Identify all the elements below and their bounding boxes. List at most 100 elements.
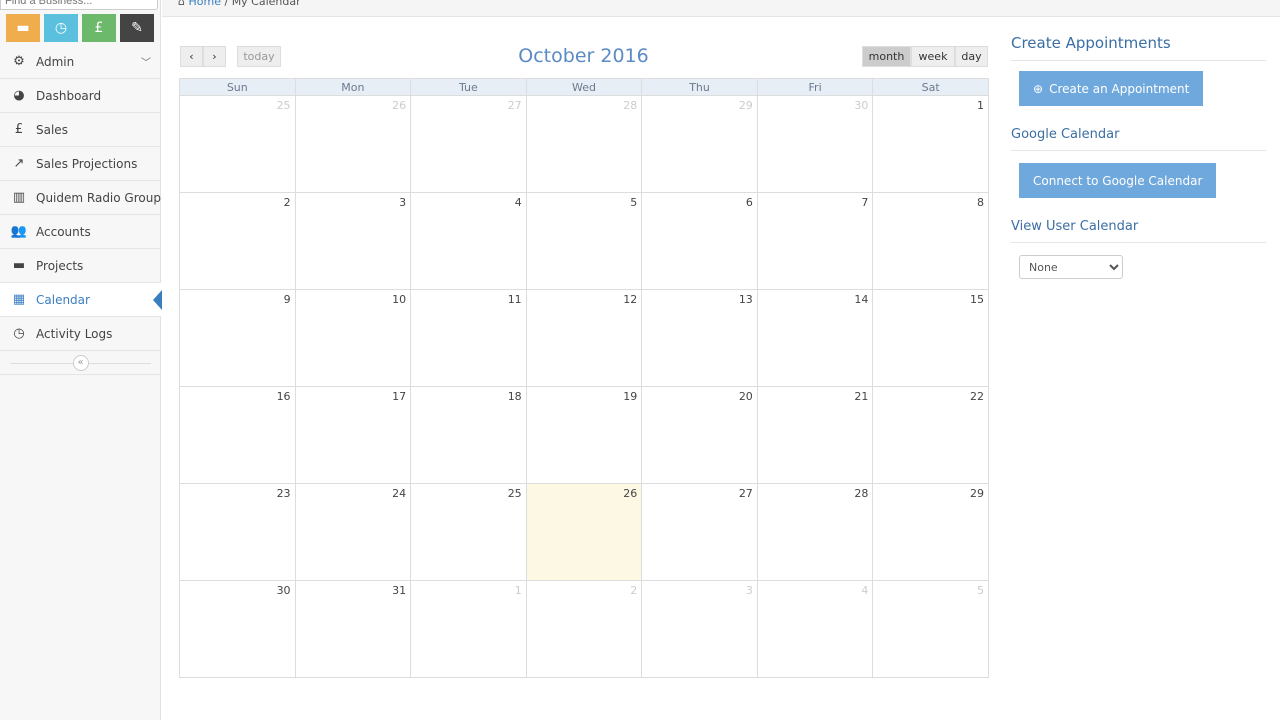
day-number: 7 [861, 196, 869, 209]
pound-icon: £ [14, 122, 24, 137]
home-icon: ⌂ [178, 0, 185, 8]
day-cell[interactable]: 3 [294, 192, 412, 290]
day-cell[interactable]: 16 [179, 386, 296, 484]
sidebar-nav: ⚙ Admin ﹀ ◕ Dashboard £ Sales ↗ Sales Projection… [0, 45, 162, 375]
collapse-sidebar: « [0, 351, 161, 375]
day-number: 4 [514, 196, 522, 209]
day-cell[interactable]: 5 [525, 192, 643, 290]
calendar-icon: ▦ [12, 292, 26, 307]
sidebar-item-admin[interactable]: ⚙ Admin ﹀ [0, 45, 161, 79]
sidebar-item-calendar[interactable]: ▦ Calendar [0, 283, 162, 317]
sidebar-item-sales-projections[interactable]: ↗ Sales Projections [0, 147, 161, 181]
sidebar-item-label: Sales Projections [36, 156, 138, 171]
day-cell[interactable]: 3 [641, 580, 758, 678]
day-cell[interactable]: 9 [179, 289, 296, 387]
day-cell[interactable]: 18 [410, 386, 527, 484]
day-cell[interactable]: 4 [756, 580, 874, 678]
day-cell[interactable]: 25 [410, 483, 527, 581]
day-cell[interactable]: 26 [294, 95, 412, 193]
pound-shortcut-button[interactable]: £ [82, 14, 116, 42]
sidebar-item-dashboard[interactable]: ◕ Dashboard [0, 79, 161, 113]
day-number: 12 [623, 293, 638, 306]
day-cell[interactable]: 7 [756, 192, 874, 290]
day-cell[interactable]: 30 [756, 95, 874, 193]
briefcase-icon: ▬ [16, 20, 30, 36]
sidebar-item-activity-logs[interactable]: ◷ Activity Logs [0, 317, 161, 351]
day-header: Sat [872, 78, 989, 96]
create-appointment-label: Create an Appointment [1049, 81, 1190, 96]
day-cell[interactable]: 28 [525, 95, 643, 193]
day-cell[interactable]: 22 [872, 386, 989, 484]
day-cell[interactable]: 29 [872, 483, 989, 581]
day-number: 27 [738, 487, 753, 500]
day-cell[interactable]: 20 [641, 386, 758, 484]
day-cell[interactable]: 29 [641, 95, 758, 193]
calendar-title: October 2016 [518, 45, 649, 67]
sidebar-item-quidem-radio-group[interactable]: ▥ Quidem Radio Group [0, 181, 161, 215]
day-number: 10 [392, 293, 407, 306]
day-cell[interactable]: 27 [410, 95, 527, 193]
day-cell[interactable]: 2 [525, 580, 643, 678]
day-number: 26 [623, 487, 638, 500]
day-cell[interactable]: 17 [294, 386, 412, 484]
day-cell[interactable]: 2 [179, 192, 296, 290]
day-number: 5 [977, 584, 984, 597]
sidebar: ▬ ◷ £ ✎ ⚙ Admin ﹀ ◕ Dashboard £ Sales ↗ Sales Proje… [0, 0, 162, 720]
day-cell[interactable]: 24 [294, 483, 412, 581]
edit-shortcut-button[interactable]: ✎ [120, 14, 154, 42]
day-cell[interactable]: 30 [179, 580, 296, 678]
clock-shortcut-button[interactable]: ◷ [44, 14, 78, 42]
day-number: 2 [630, 584, 638, 597]
day-number: 16 [276, 390, 291, 403]
day-cell[interactable]: 21 [756, 386, 874, 484]
create-appointment-button[interactable]: ⊕ Create an Appointment [1019, 71, 1204, 106]
user-calendar-select[interactable]: None [1019, 255, 1123, 279]
day-cell[interactable]: 1 [410, 580, 527, 678]
day-cell[interactable]: 8 [872, 192, 989, 290]
day-number: 19 [623, 390, 638, 403]
day-cell[interactable]: 31 [294, 580, 412, 678]
day-cell[interactable]: 28 [756, 483, 874, 581]
day-cell[interactable]: 15 [872, 289, 989, 387]
sidebar-item-label: Admin [36, 54, 75, 69]
sidebar-item-label: Calendar [36, 292, 90, 307]
day-cell[interactable]: 14 [756, 289, 874, 387]
day-cell[interactable]: 6 [641, 192, 758, 290]
day-number: 2 [283, 196, 291, 209]
clock-icon: ◷ [13, 326, 25, 341]
week-row: 9 10 11 12 13 14 15 [179, 289, 989, 387]
sidebar-item-label: Activity Logs [36, 326, 113, 341]
week-row: 2 3 4 5 6 7 8 [179, 192, 989, 290]
sidebar-item-label: Projects [36, 258, 84, 273]
briefcase-shortcut-button[interactable]: ▬ [6, 14, 40, 42]
connect-google-button[interactable]: Connect to Google Calendar [1019, 163, 1217, 198]
sidebar-item-accounts[interactable]: 👥 Accounts [0, 215, 161, 249]
day-cell[interactable]: 27 [641, 483, 758, 581]
day-number: 15 [970, 293, 984, 306]
day-cell[interactable]: 13 [641, 289, 758, 387]
day-cell[interactable]: 23 [179, 483, 296, 581]
day-cell[interactable]: 5 [872, 580, 989, 678]
day-cell[interactable]: 26 [525, 483, 643, 581]
day-cell[interactable]: 19 [525, 386, 643, 484]
shortcut-buttons: ▬ ◷ £ ✎ [6, 14, 154, 42]
day-cell[interactable]: 12 [525, 289, 643, 387]
search-input[interactable] [0, 0, 158, 10]
breadcrumb-home[interactable]: Home [188, 0, 220, 8]
users-icon: 👥 [10, 224, 28, 239]
day-number: 29 [970, 487, 984, 500]
collapse-sidebar-button[interactable]: « [72, 354, 89, 371]
day-cell[interactable]: 11 [410, 289, 527, 387]
sidebar-item-sales[interactable]: £ Sales [0, 113, 161, 147]
day-number: 8 [977, 196, 984, 209]
day-header: Sun [179, 78, 296, 96]
day-cell[interactable]: 1 [872, 95, 989, 193]
day-number: 3 [399, 196, 407, 209]
day-cell[interactable]: 25 [179, 95, 296, 193]
day-cell[interactable]: 10 [294, 289, 412, 387]
day-header: Mon [294, 78, 412, 96]
day-cell[interactable]: 4 [410, 192, 527, 290]
plus-circle-icon: ⊕ [1033, 81, 1044, 96]
sidebar-item-projects[interactable]: ▬ Projects [0, 249, 161, 283]
month-grid: Sun Mon Tue Wed Thu Fri Sat 25 26 27 28 29 30 1 2 3 4 5 6 7… [179, 78, 989, 678]
